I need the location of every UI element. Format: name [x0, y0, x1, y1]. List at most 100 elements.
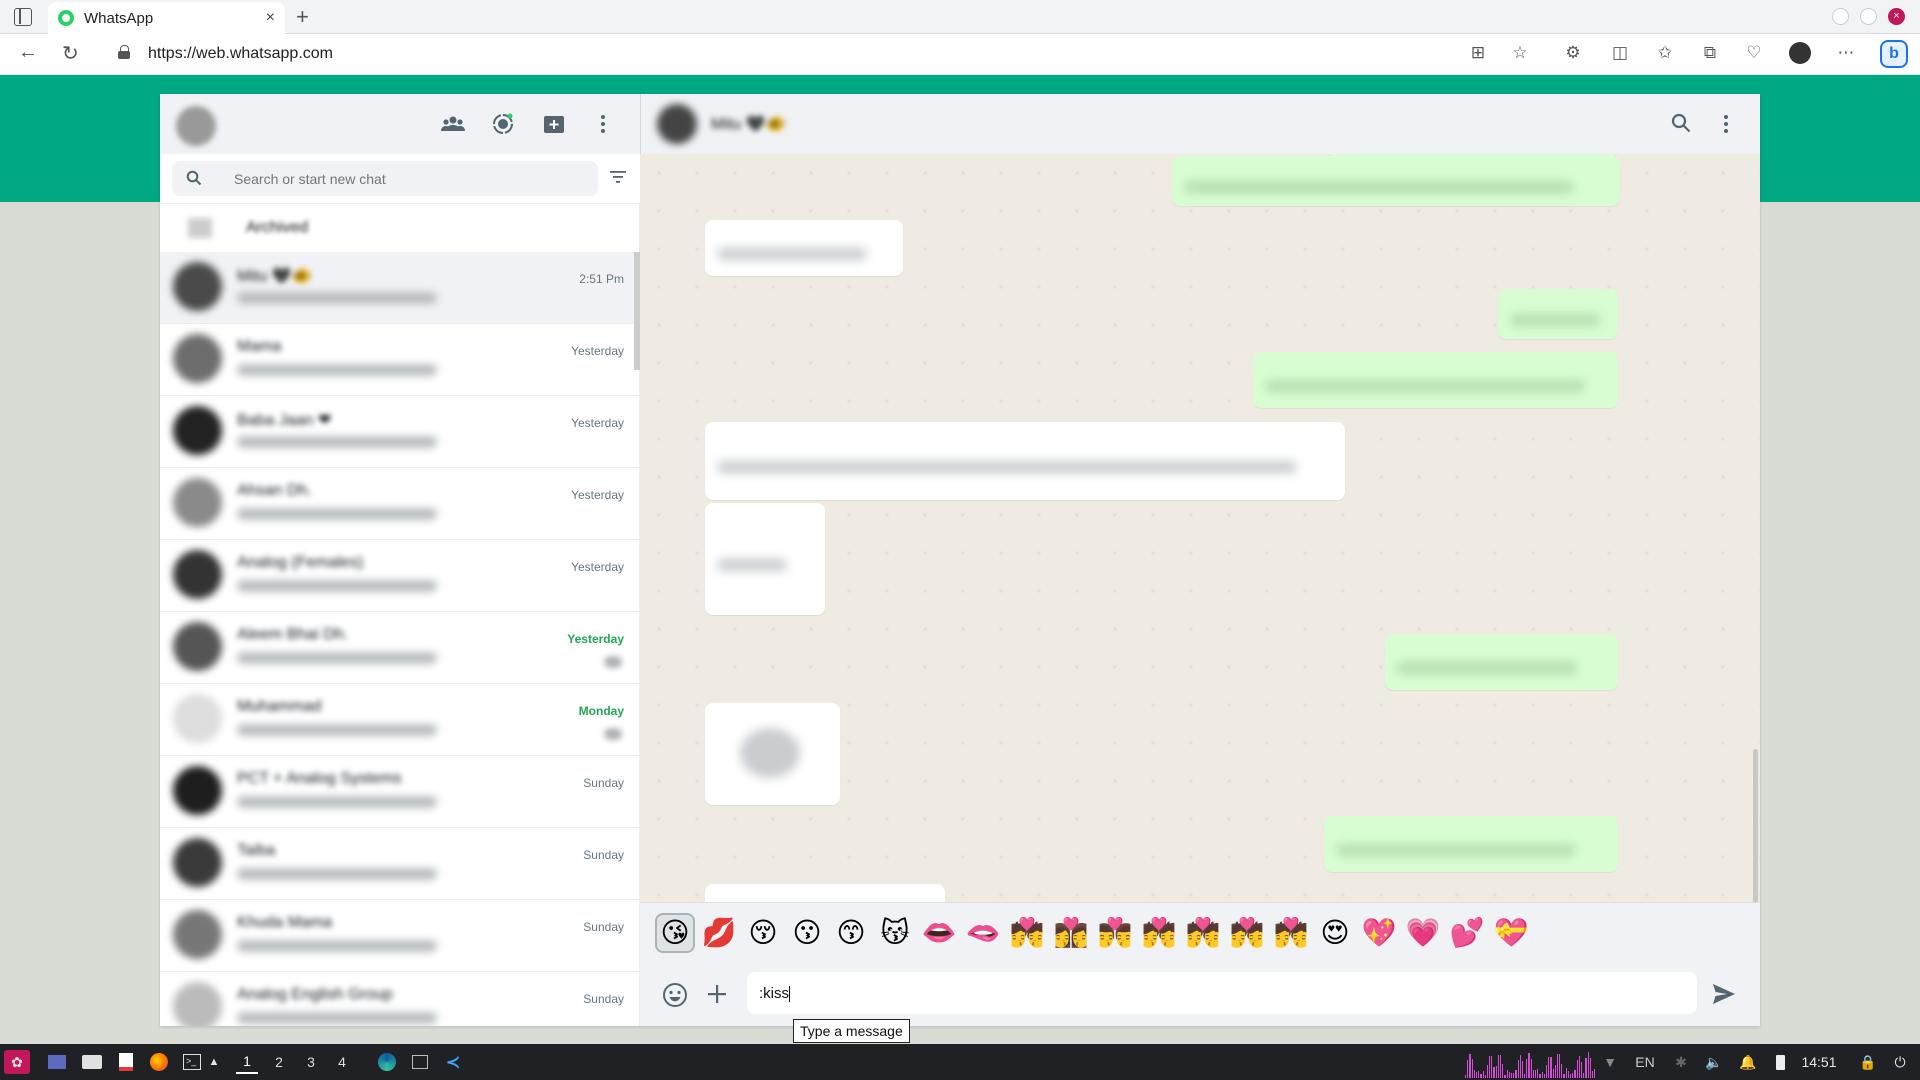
emoji-suggestion[interactable]: 😘	[655, 912, 695, 953]
emoji-suggestion[interactable]: 👩‍❤️‍💋‍👩	[1053, 915, 1089, 951]
back-arrow-icon[interactable]: ←	[18, 41, 38, 64]
system-menu-icon[interactable]: ✿	[4, 1050, 30, 1074]
emoji-suggestion[interactable]: 💏	[1009, 915, 1045, 951]
workspace-1[interactable]: 1	[236, 1050, 258, 1074]
chat-menu-dots-icon[interactable]	[1723, 114, 1729, 139]
emoji-suggestion[interactable]: 💝	[1493, 915, 1529, 951]
send-icon[interactable]	[1712, 983, 1736, 1010]
maximize-button[interactable]	[1860, 8, 1877, 25]
url-field[interactable]: https://web.whatsapp.com	[148, 45, 333, 63]
search-box[interactable]	[172, 161, 598, 196]
message-input[interactable]: :kiss	[747, 972, 1697, 1014]
message-bubble-outgoing[interactable]	[1498, 289, 1618, 339]
archived-row[interactable]: Archived	[160, 204, 640, 252]
message-bubble-outgoing[interactable]	[1253, 352, 1618, 408]
emoji-suggestion[interactable]: 👄	[921, 915, 957, 951]
chat-list-item[interactable]: Analog English Group Sunday	[160, 972, 640, 1026]
tab-close-icon[interactable]: ×	[266, 9, 275, 27]
document-viewer-icon[interactable]	[115, 1050, 137, 1074]
message-bubble-outgoing[interactable]	[1172, 156, 1620, 206]
edge-browser-icon[interactable]	[375, 1050, 399, 1074]
emoji-suggestion[interactable]: 😗	[789, 915, 825, 951]
message-bubble-outgoing[interactable]	[1385, 634, 1618, 690]
firefox-icon[interactable]	[148, 1050, 170, 1074]
file-manager-icon[interactable]	[81, 1050, 103, 1074]
terminal-icon[interactable]: >_	[181, 1050, 203, 1074]
message-bubble-incoming[interactable]	[705, 884, 945, 902]
power-icon[interactable]: ⏻	[1890, 1050, 1910, 1074]
emoji-suggestion[interactable]: 💕	[1449, 915, 1485, 951]
chat-list-item[interactable]: Baba Jaan ❤ Yesterday	[160, 396, 640, 468]
tab-actions-icon[interactable]	[14, 8, 32, 26]
extensions-icon[interactable]: ⚙	[1563, 43, 1583, 63]
window-list-icon[interactable]	[409, 1050, 431, 1074]
message-bubble-outgoing[interactable]	[1324, 816, 1618, 872]
reload-icon[interactable]: ↻	[62, 41, 79, 66]
emoji-suggestion[interactable]: 💏	[1273, 915, 1309, 951]
new-chat-icon[interactable]	[542, 112, 566, 136]
new-tab-button[interactable]: +	[296, 4, 309, 30]
chat-list-item[interactable]: Muhammad Monday	[160, 684, 640, 756]
emoji-suggestion[interactable]: 💖	[1361, 915, 1397, 951]
communities-icon[interactable]	[441, 112, 465, 136]
emoji-suggestion[interactable]: 😽	[877, 915, 913, 951]
notifications-bell-icon[interactable]: 🔔	[1738, 1050, 1758, 1074]
lock-screen-icon[interactable]: 🔒	[1858, 1050, 1878, 1074]
message-scrollbar[interactable]	[1753, 749, 1758, 902]
battery-icon[interactable]	[1770, 1050, 1790, 1074]
favorite-star-icon[interactable]: ☆	[1510, 43, 1530, 63]
window-close-button[interactable]: ×	[1888, 8, 1905, 25]
message-bubble-incoming[interactable]	[705, 422, 1345, 500]
contact-avatar[interactable]	[657, 104, 697, 144]
contact-name[interactable]: Mitu 🖤🐠	[711, 114, 786, 134]
emoji-suggestion[interactable]: 🫦	[965, 915, 1001, 951]
bluetooth-icon[interactable]: ✱	[1671, 1050, 1691, 1074]
emoji-icon[interactable]	[662, 982, 688, 1013]
chat-list-item[interactable]: Mama Yesterday	[160, 324, 640, 396]
emoji-suggestion[interactable]: 👨‍❤️‍💋‍👨	[1097, 915, 1133, 951]
minimize-button[interactable]	[1832, 8, 1849, 25]
emoji-suggestion[interactable]: 💋	[701, 915, 737, 951]
keyboard-language[interactable]: EN	[1633, 1050, 1657, 1074]
search-in-chat-icon[interactable]	[1671, 113, 1691, 138]
filter-icon[interactable]	[610, 170, 626, 188]
message-bubble-incoming[interactable]	[705, 220, 903, 276]
chat-list-item[interactable]: Aleem Bhai Dh. Yesterday	[160, 612, 640, 684]
vscode-icon[interactable]: ≺	[442, 1050, 464, 1074]
message-bubble-incoming[interactable]	[705, 503, 825, 615]
emoji-suggestion[interactable]: 💏	[1185, 915, 1221, 951]
volume-icon[interactable]: 🔈	[1704, 1050, 1724, 1074]
my-avatar[interactable]	[176, 106, 216, 146]
chat-list-item[interactable]: Khuda Mama Sunday	[160, 900, 640, 972]
emoji-suggestion[interactable]: 😚	[745, 915, 781, 951]
chat-list-item[interactable]: Ahsan Dh. Yesterday	[160, 468, 640, 540]
chat-list-item[interactable]: Analog (Females) Yesterday	[160, 540, 640, 612]
status-icon[interactable]	[491, 112, 515, 136]
profile-avatar[interactable]	[1789, 42, 1811, 64]
workspace-4[interactable]: 4	[331, 1050, 353, 1074]
lock-icon[interactable]	[118, 45, 130, 59]
search-input[interactable]	[234, 161, 584, 196]
split-screen-icon[interactable]: ◫	[1610, 43, 1630, 63]
chat-list-item[interactable]: Mitu 🖤🐠 2:51 Pm	[160, 252, 640, 324]
attach-plus-icon[interactable]	[705, 982, 729, 1011]
desktop-icon[interactable]	[46, 1050, 68, 1074]
emoji-suggestion[interactable]: 💗	[1405, 915, 1441, 951]
emoji-suggestion[interactable]: 💏	[1229, 915, 1265, 951]
collections-icon[interactable]: ⧉	[1700, 43, 1720, 63]
emoji-suggestion[interactable]: 😙	[833, 915, 869, 951]
emoji-suggestion[interactable]: 💏	[1141, 915, 1177, 951]
more-menu-icon[interactable]: ⋯	[1836, 43, 1856, 63]
tab-whatsapp[interactable]: WhatsApp ×	[48, 2, 285, 34]
emoji-suggestion[interactable]: 😍	[1317, 915, 1353, 951]
apps-icon[interactable]: ⊞	[1468, 43, 1488, 63]
expand-chevron-icon[interactable]: ▲	[207, 1050, 221, 1074]
network-icon[interactable]: ▼	[1600, 1050, 1620, 1074]
message-area[interactable]	[640, 154, 1760, 902]
clock[interactable]: 14:51	[1797, 1050, 1841, 1074]
chat-list-item[interactable]: PCT + Analog Systems Sunday	[160, 756, 640, 828]
copilot-icon[interactable]: b	[1880, 40, 1908, 68]
workspace-3[interactable]: 3	[300, 1050, 322, 1074]
message-bubble-sticker[interactable]	[705, 703, 840, 805]
browser-essentials-icon[interactable]: ♡	[1744, 43, 1764, 63]
